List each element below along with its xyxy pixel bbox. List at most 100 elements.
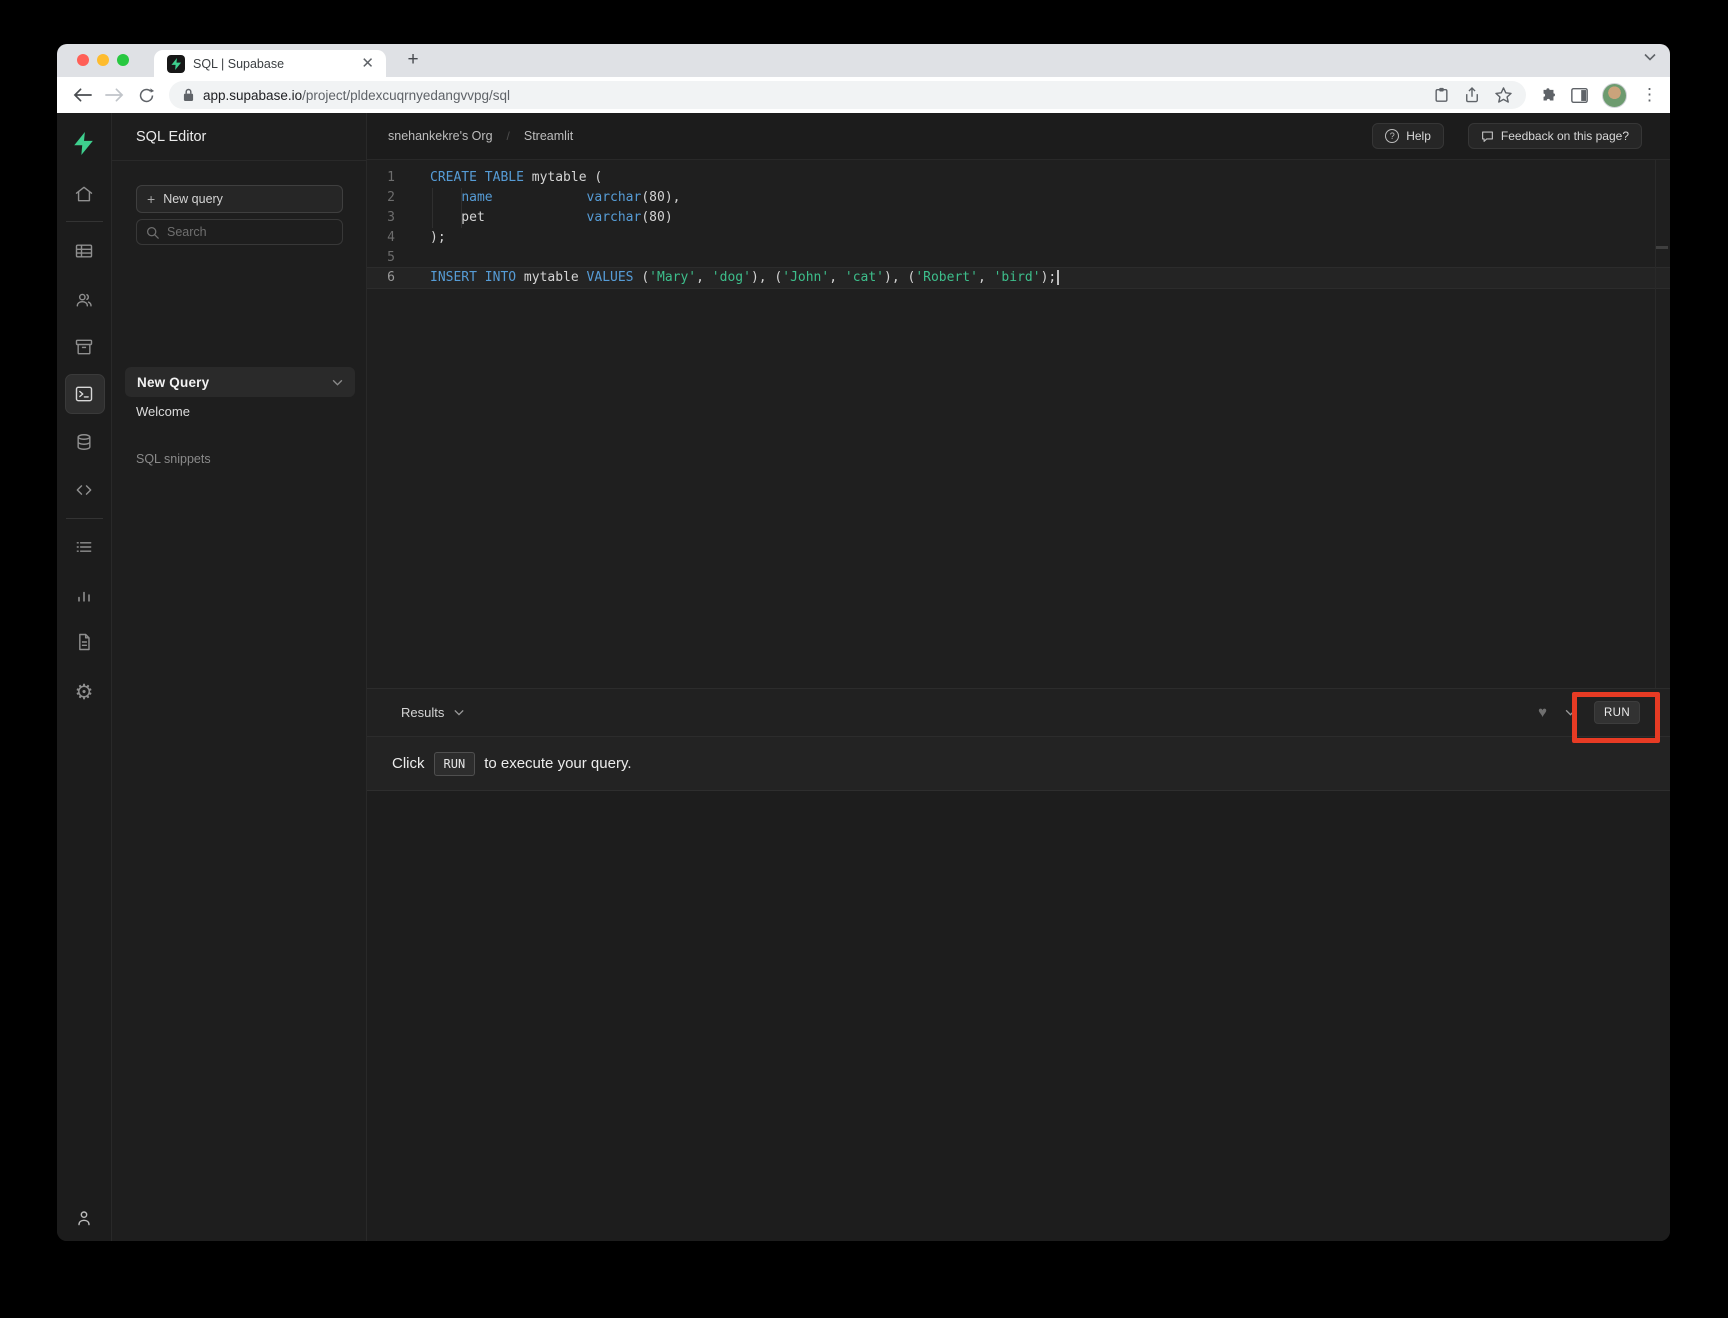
line-number: 1 [367,168,411,188]
plus-icon: + [147,191,155,207]
sql-code-editor[interactable]: 1CREATE TABLE mytable (2 name varchar(80… [367,160,1670,688]
clipboard-icon[interactable] [1434,87,1449,103]
reports-chart-icon[interactable] [73,584,95,606]
breadcrumb-separator: / [507,129,510,143]
rail-divider [66,221,103,222]
minimize-window-button[interactable] [97,54,109,66]
code-line[interactable]: 5 [367,248,1670,268]
run-kbd-badge: RUN [434,752,476,776]
indent-guide [461,188,462,228]
code-text: CREATE TABLE mytable ( [411,168,602,188]
help-button[interactable]: ? Help [1372,123,1444,149]
nav-rail: ⚙ [57,113,112,1241]
code-line[interactable]: 4); [367,228,1670,248]
line-number: 2 [367,188,411,208]
new-tab-button[interactable]: + [401,48,425,72]
page-title: SQL Editor [136,113,206,160]
close-window-button[interactable] [77,54,89,66]
browser-tabstrip: SQL | Supabase ✕ + [57,44,1670,77]
forward-icon[interactable] [101,82,127,108]
api-code-icon[interactable] [73,479,95,501]
code-text: INSERT INTO mytable VALUES ('Mary', 'dog… [411,268,1059,288]
account-user-icon[interactable] [73,1207,95,1229]
supabase-favicon-icon [167,55,185,73]
chevron-down-icon[interactable] [332,379,343,386]
url-bar[interactable]: app.supabase.io/project/pldexcuqrnyedang… [169,81,1526,109]
code-line[interactable]: 3 pet varchar(80) [367,208,1670,228]
results-empty-area [367,791,1670,1241]
editor-scrollbar-track[interactable] [1655,160,1656,688]
lock-icon [183,88,194,102]
back-icon[interactable] [69,82,95,108]
line-number: 6 [367,268,411,288]
browser-menu-icon[interactable]: ⋮ [1641,85,1658,105]
editor-scrollbar-marker [1656,246,1668,249]
run-hint-row: Click RUN to execute your query. [367,737,1670,791]
run-button[interactable]: RUN [1594,701,1640,724]
help-button-label: Help [1406,129,1431,143]
breadcrumb-project[interactable]: Streamlit [524,129,573,143]
section-sql-snippets: SQL snippets [136,452,211,466]
main-area: snehankekre's Org / Streamlit ? Help Fee… [367,113,1670,1241]
favorite-heart-icon[interactable]: ♥ [1538,705,1547,720]
line-number: 5 [367,248,411,268]
bookmark-star-icon[interactable] [1495,87,1512,103]
tab-title: SQL | Supabase [193,57,359,71]
sidebar-item-welcome[interactable]: Welcome [136,404,190,419]
home-icon[interactable] [73,183,95,205]
breadcrumb-org[interactable]: snehankekre's Org [388,129,493,143]
url-text: app.supabase.io/project/pldexcuqrnyedang… [203,88,1418,103]
table-editor-icon[interactable] [73,240,95,262]
toolbar-right: ⋮ [1540,83,1658,108]
help-question-icon: ? [1385,129,1399,143]
profile-avatar[interactable] [1602,83,1627,108]
new-query-button[interactable]: + New query [136,185,343,213]
code-line[interactable]: 6INSERT INTO mytable VALUES ('Mary', 'do… [367,268,1670,288]
extensions-puzzle-icon[interactable] [1540,87,1557,104]
app-content: ⚙ SQL Editor + New query Getting started… [57,113,1670,1241]
code-line[interactable]: 1CREATE TABLE mytable ( [367,168,1670,188]
code-text: name varchar(80), [411,188,680,208]
docs-file-icon[interactable] [73,631,95,653]
supabase-logo-icon[interactable] [73,132,95,154]
database-icon[interactable] [73,431,95,453]
line-number: 3 [367,208,411,228]
reload-icon[interactable] [133,82,159,108]
sql-editor-icon[interactable] [73,383,95,405]
search-icon [146,226,159,239]
logs-list-icon[interactable] [73,536,95,558]
storage-icon[interactable] [73,336,95,358]
code-text: ); [411,228,446,248]
code-lines: 1CREATE TABLE mytable (2 name varchar(80… [367,168,1670,288]
sidebar-item-label: New Query [137,375,332,390]
side-panel-icon[interactable] [1571,87,1588,104]
sidebar-item-new-query[interactable]: New Query [125,367,355,397]
results-dropdown-label[interactable]: Results [401,705,444,720]
traffic-lights [77,54,129,66]
url-path: /project/pldexcuqrnyedangvvpg/sql [302,88,510,103]
divider [112,160,366,161]
results-bar: Results ♥ RUN [367,688,1670,737]
search-box[interactable] [136,219,343,245]
results-chevron-icon[interactable] [454,709,464,716]
url-domain: app.supabase.io [203,88,302,103]
zoom-window-button[interactable] [117,54,129,66]
browser-window: SQL | Supabase ✕ + app.supabase.io/proje… [57,44,1670,1241]
search-input[interactable] [167,225,317,239]
browser-tab[interactable]: SQL | Supabase ✕ [154,50,386,77]
tab-close-icon[interactable]: ✕ [359,54,376,73]
auth-users-icon[interactable] [73,289,95,311]
settings-gear-icon[interactable]: ⚙ [73,681,95,703]
code-text [411,248,430,268]
sql-editor-sidebar: SQL Editor + New query Getting started W… [112,113,367,1241]
run-options-chevron-icon[interactable] [1565,709,1576,716]
code-line[interactable]: 2 name varchar(80), [367,188,1670,208]
tab-search-chevron-icon[interactable] [1644,53,1656,61]
share-icon[interactable] [1465,87,1479,103]
hint-suffix: to execute your query. [484,755,631,772]
code-text: pet varchar(80) [411,208,673,228]
main-header: snehankekre's Org / Streamlit ? Help Fee… [367,113,1670,160]
feedback-button[interactable]: Feedback on this page? [1468,123,1642,149]
new-query-button-label: New query [163,192,223,206]
hint-prefix: Click [392,755,425,772]
